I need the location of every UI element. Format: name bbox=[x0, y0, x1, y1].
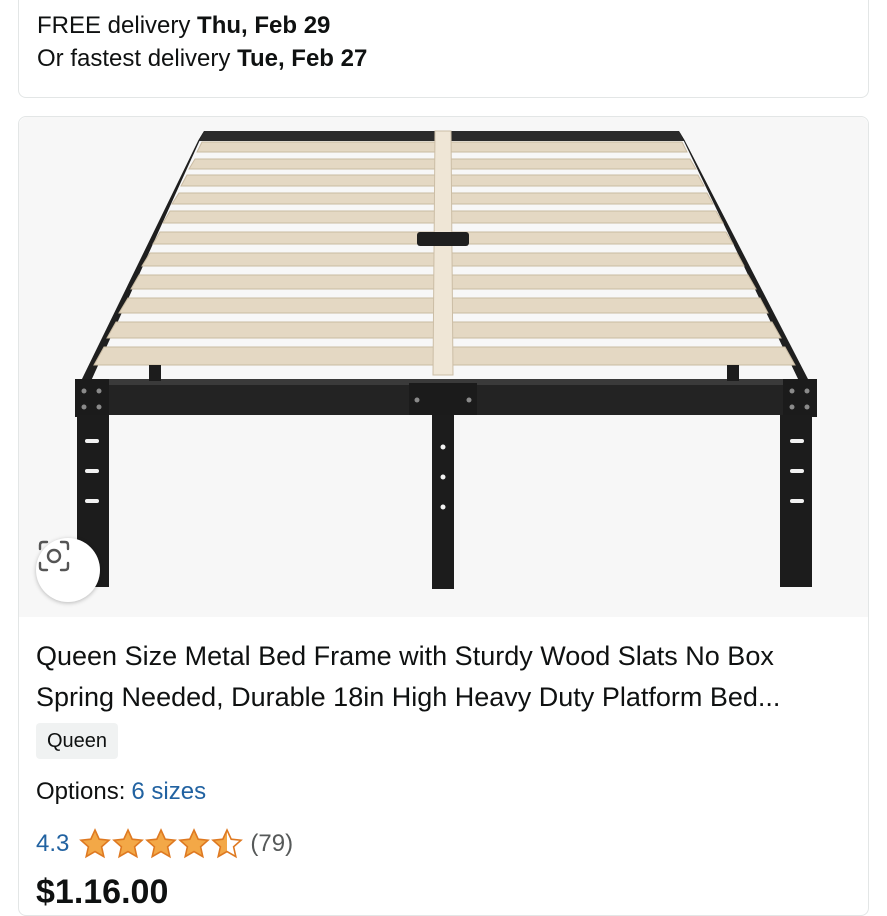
delivery-standard-label: FREE delivery bbox=[37, 12, 198, 39]
delivery-fastest-date: Tue, Feb 27 bbox=[237, 45, 368, 72]
star-icon bbox=[211, 828, 244, 859]
options-label: Options: bbox=[36, 778, 126, 805]
delivery-fastest-label: Or fastest delivery bbox=[37, 45, 238, 72]
star-icon bbox=[112, 828, 145, 859]
delivery-standard-date: Thu, Feb 29 bbox=[197, 12, 331, 39]
product-title-line2: Spring Needed, Durable 18in High Heavy D… bbox=[36, 682, 781, 712]
star-icon bbox=[79, 828, 112, 859]
star-rating bbox=[79, 828, 244, 860]
star-icon bbox=[145, 828, 178, 859]
visual-search-button[interactable] bbox=[36, 538, 100, 602]
price: $1.16.00 bbox=[36, 873, 169, 911]
size-chip[interactable]: Queen bbox=[36, 723, 119, 759]
product-image[interactable] bbox=[19, 117, 868, 617]
product-title[interactable]: Queen Size Metal Bed Frame with Sturdy W… bbox=[36, 636, 856, 718]
delivery-fastest: Or fastest delivery Tue, Feb 27 bbox=[37, 44, 367, 74]
product-card[interactable]: Queen Size Metal Bed Frame with Sturdy W… bbox=[18, 116, 869, 916]
delivery-card: prime FREE delivery Thu, Feb 29 Or faste… bbox=[18, 0, 869, 98]
rating-count[interactable]: (79) bbox=[250, 830, 293, 858]
options-link[interactable]: 6 sizes bbox=[131, 778, 206, 805]
rating-value: 4.3 bbox=[36, 830, 70, 857]
product-title-line1: Queen Size Metal Bed Frame with Sturdy W… bbox=[36, 641, 774, 671]
options-row: Options: 6 sizes bbox=[36, 777, 206, 807]
camera-lens-icon bbox=[38, 540, 70, 572]
delivery-standard: FREE delivery Thu, Feb 29 bbox=[37, 11, 330, 41]
star-icon bbox=[178, 828, 211, 859]
rating-row[interactable]: 4.3 (79) bbox=[36, 828, 293, 860]
